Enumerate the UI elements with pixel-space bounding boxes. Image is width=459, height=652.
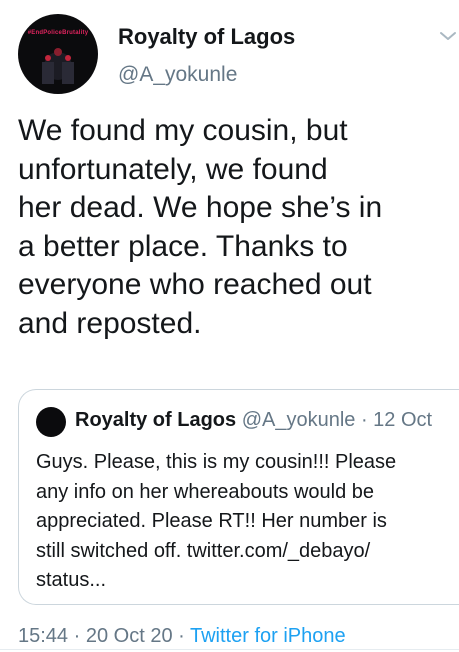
avatar-caption: #EndPoliceBrutality <box>27 30 89 36</box>
author-name[interactable]: Royalty of Lagos <box>118 24 295 50</box>
tweet-text: We found my cousin, but unfortunately, w… <box>18 112 448 343</box>
avatar-figures <box>42 48 74 84</box>
quoted-avatar <box>36 407 66 437</box>
quoted-line: appreciated. Please RT!! Her number is <box>36 510 387 532</box>
quoted-author-name: Royalty of Lagos <box>75 409 237 431</box>
tweet-line: everyone who reached out <box>18 268 372 301</box>
quoted-text: Guys. Please, this is my cousin!!! Pleas… <box>36 448 456 596</box>
quoted-tweet[interactable]: Royalty of Lagos @A_yokunle · 12 Oct Guy… <box>18 389 459 605</box>
divider <box>0 649 459 650</box>
tweet-time: 15:44 <box>18 625 69 647</box>
quoted-header: Royalty of Lagos @A_yokunle · 12 Oct <box>75 409 432 432</box>
quoted-line: still switched off. twitter.com/_debayo/ <box>36 539 371 562</box>
author-avatar[interactable]: #EndPoliceBrutality <box>18 14 98 94</box>
quoted-line: status... <box>36 569 107 591</box>
separator: · <box>73 625 86 647</box>
chevron-down-icon[interactable] <box>438 26 458 46</box>
separator: · <box>178 625 190 647</box>
source-link[interactable]: Twitter for iPhone <box>190 625 346 647</box>
tweet-footer: 15:44 · 20 Oct 20 · Twitter for iPhone <box>18 625 346 648</box>
tweet-line: and reposted. <box>18 306 202 340</box>
quoted-line: Guys. Please, this is my cousin!!! Pleas… <box>36 451 397 473</box>
quoted-line: any info on her whereabouts would be <box>36 480 375 503</box>
author-handle[interactable]: @A_yokunle <box>118 63 237 87</box>
tweet-line: We found my cousin, but <box>18 114 348 147</box>
tweet-line: a better place. Thanks to <box>18 229 348 263</box>
tweet-line: unfortunately, we found <box>18 152 328 186</box>
tweet-date: 20 Oct 20 <box>85 625 173 647</box>
tweet-line: her dead. We hope she’s in <box>18 191 383 224</box>
quoted-meta: @A_yokunle · 12 Oct <box>241 409 433 431</box>
